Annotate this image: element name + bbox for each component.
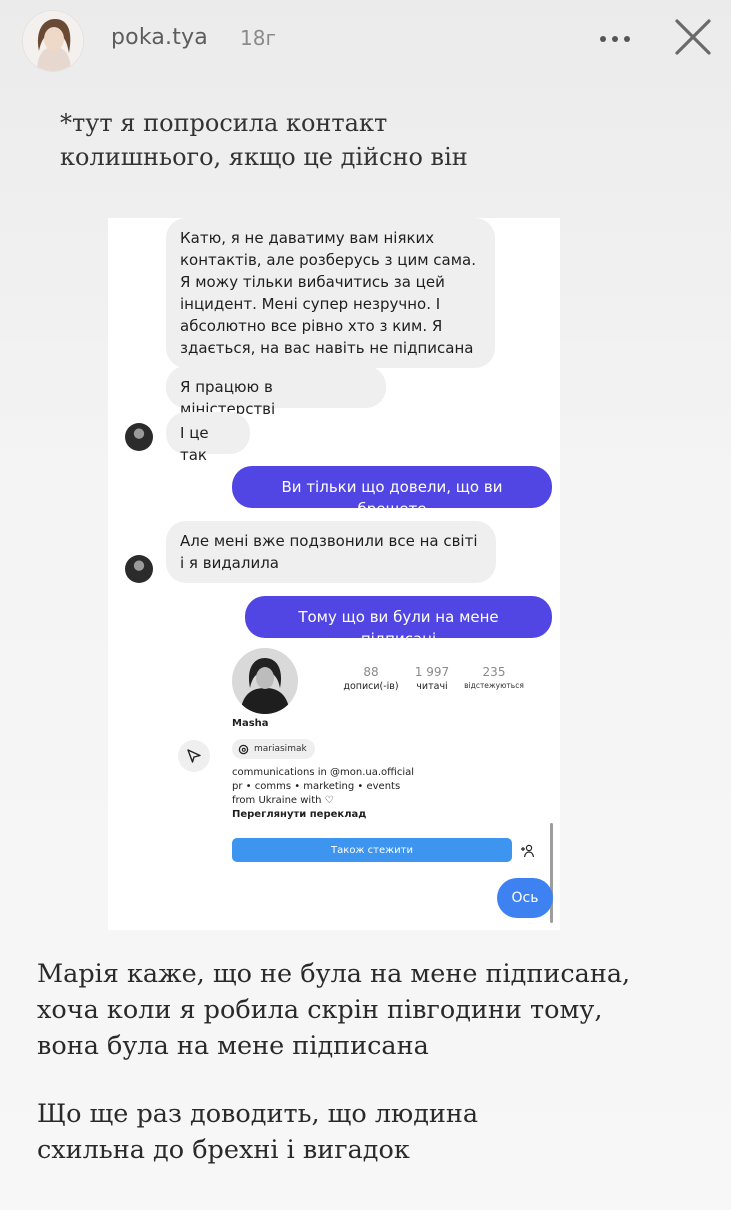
- profile-photo-image: [232, 648, 298, 714]
- message-outgoing: Тому що ви були на мене підписані: [245, 596, 552, 648]
- profile-name: Masha: [232, 718, 269, 729]
- sender-avatar: [125, 423, 153, 451]
- send-icon: [187, 749, 201, 763]
- stat-label: відстежуються: [464, 681, 524, 690]
- message-line: І це так: [180, 424, 209, 464]
- stat-posts[interactable]: 88 дописи(-ів): [336, 665, 406, 692]
- story-caption-paragraph: Марія каже, що не була на мене підписана…: [37, 956, 697, 1064]
- message-incoming: І це так: [166, 412, 250, 464]
- message-line: інцидент. Мені супер незручно. І: [180, 295, 441, 313]
- caption-line: вона була на мене підписана: [37, 1031, 429, 1061]
- chat-screenshot: Катю, я не даватиму вам ніяких контактів…: [108, 218, 560, 930]
- more-options-icon[interactable]: [597, 30, 633, 48]
- threads-handle: mariasimak: [254, 744, 307, 754]
- message-line: Але мені вже подзвонили все на світі: [180, 532, 478, 550]
- stat-label: читачі: [416, 681, 448, 692]
- avatar-photo: [23, 11, 83, 71]
- caption-line: схильна до брехні і вигадок: [37, 1135, 410, 1165]
- scrollbar[interactable]: [550, 823, 553, 923]
- caption-line: Що ще раз доводить, що людина: [37, 1099, 479, 1129]
- add-user-button[interactable]: [514, 840, 542, 862]
- story-caption-paragraph: Що ще раз доводить, що людина схильна до…: [37, 1096, 697, 1168]
- stat-following[interactable]: 235 відстежуються: [458, 665, 530, 690]
- caption-line: Марія каже, що не була на мене підписана…: [37, 959, 631, 989]
- message-incoming: Катю, я не даватиму вам ніяких контактів…: [166, 218, 495, 368]
- message-line: здається, на вас навіть не підписана: [180, 339, 474, 357]
- caption-line: хоча коли я робила скрін півгодини тому,: [37, 995, 603, 1025]
- message-outgoing: Ви тільки що довели, що ви брешете: [232, 466, 552, 518]
- threads-icon: [238, 744, 249, 754]
- close-icon[interactable]: [672, 16, 714, 58]
- message-incoming: Я працюю в міністерстві: [166, 366, 386, 418]
- stat-number: 88: [363, 665, 379, 679]
- message-line: Катю, я не даватиму вам ніяких: [180, 229, 435, 247]
- caption-line: колишнього, якщо це дійсно він: [60, 143, 468, 171]
- message-line: контактів, але розберусь з цим сама.: [180, 251, 477, 269]
- follow-back-button[interactable]: Також стежити: [232, 838, 512, 862]
- story-caption-top: *тут я попросила контакт колишнього, якщ…: [60, 106, 680, 174]
- caption-line: *тут я попросила контакт: [60, 109, 388, 137]
- username[interactable]: poka.tya: [111, 25, 208, 50]
- add-user-icon: [521, 844, 535, 858]
- message-incoming: Але мені вже подзвонили все на світі і я…: [166, 521, 496, 583]
- stat-label: дописи(-ів): [343, 681, 399, 692]
- threads-badge[interactable]: mariasimak: [232, 739, 315, 759]
- stat-number: 1 997: [414, 665, 450, 679]
- message-line: і я видалила: [180, 554, 279, 572]
- bio-line: from Ukraine with ♡: [232, 795, 334, 806]
- share-button[interactable]: [178, 740, 210, 772]
- message-line: Я можу тільки вибачитись за цей: [180, 273, 445, 291]
- avatar[interactable]: [22, 10, 84, 72]
- story-header: poka.tya 18г: [0, 0, 731, 80]
- message-line: Тому що ви були на мене підписані: [298, 608, 499, 648]
- bio-line: pr • comms • marketing • events: [232, 781, 401, 792]
- sender-avatar: [125, 555, 153, 583]
- bio-line: communications in @mon.ua.official: [232, 767, 415, 778]
- message-line: абсолютно все рівно хто з ким. Я: [180, 317, 443, 335]
- see-translation-link[interactable]: Переглянути переклад: [232, 809, 366, 820]
- message-outgoing: Ось: [497, 878, 553, 918]
- stat-number: 235: [482, 665, 506, 679]
- message-line: Ви тільки що довели, що ви брешете: [281, 478, 503, 518]
- profile-photo[interactable]: [232, 648, 298, 714]
- stat-followers[interactable]: 1 997 читачі: [404, 665, 460, 692]
- post-time: 18г: [240, 26, 276, 50]
